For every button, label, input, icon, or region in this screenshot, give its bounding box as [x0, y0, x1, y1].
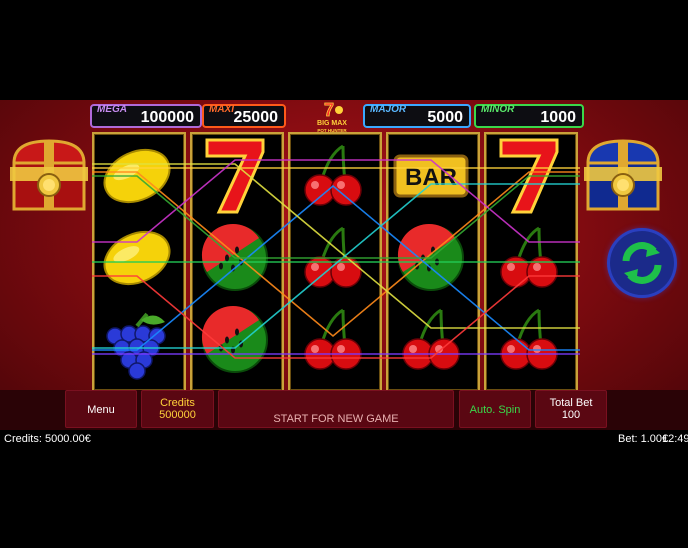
- reel-3: [288, 132, 382, 392]
- total-bet-value: 100: [561, 409, 581, 421]
- menu-button[interactable]: Menu: [65, 390, 137, 428]
- jackpot-minor: MINOR 1000: [474, 104, 584, 128]
- status-clock: 12:49: [662, 433, 688, 445]
- status-bet: Bet: 1.00€: [618, 433, 669, 445]
- reel-5: [484, 132, 578, 392]
- start-game-message: START FOR NEW GAME: [273, 413, 399, 425]
- spin-arrows-icon: [622, 242, 662, 284]
- svg-text:7: 7: [324, 100, 334, 120]
- treasure-chest-right-icon: [584, 139, 662, 211]
- jackpot-mega-label: MEGA: [97, 104, 127, 115]
- start-game-button[interactable]: START FOR NEW GAME: [218, 390, 454, 428]
- logo-line1: BIG MAX: [317, 120, 347, 127]
- credits-label: Credits: [160, 397, 195, 409]
- auto-spin-button[interactable]: Auto. Spin: [459, 390, 531, 428]
- total-bet-button[interactable]: Total Bet 100: [535, 390, 607, 428]
- jackpot-major-label: MAJOR: [370, 104, 407, 115]
- total-bet-label: Total Bet: [549, 397, 593, 409]
- jackpot-mega-value: 100000: [140, 109, 194, 126]
- coin-icon: [335, 106, 343, 114]
- jackpot-maxi: MAXI 25000: [202, 104, 286, 128]
- jackpot-maxi-value: 25000: [233, 109, 279, 126]
- jackpot-maxi-label: MAXI: [209, 104, 234, 115]
- status-credits: Credits: 5000.00€: [4, 433, 91, 445]
- reel-1: [92, 132, 186, 392]
- jackpot-minor-label: MINOR: [481, 104, 515, 115]
- jackpot-mega: MEGA 100000: [90, 104, 202, 128]
- control-bar: Menu Credits 500000 START FOR NEW GAME A…: [0, 390, 688, 430]
- credits-value: 500000: [159, 409, 196, 421]
- jackpot-major-value: 5000: [427, 109, 463, 126]
- auto-spin-label: Auto. Spin: [469, 404, 521, 416]
- credits-display[interactable]: Credits 500000: [141, 390, 214, 428]
- reel-4: [386, 132, 480, 392]
- game-area: MEGA 100000 MAXI 25000 MAJOR 5000 MINOR …: [0, 100, 688, 430]
- status-bar: Credits: 5000.00€ Bet: 1.00€ 12:49: [0, 430, 688, 448]
- treasure-chest-left-icon: [10, 139, 88, 211]
- jackpot-major: MAJOR 5000: [363, 104, 471, 128]
- jackpot-minor-value: 1000: [540, 109, 576, 126]
- reel-2: [190, 132, 284, 392]
- menu-button-label: Menu: [87, 404, 115, 416]
- game-logo: 7 BIG MAX POT HUNTER: [317, 100, 347, 133]
- spin-button[interactable]: [610, 231, 674, 295]
